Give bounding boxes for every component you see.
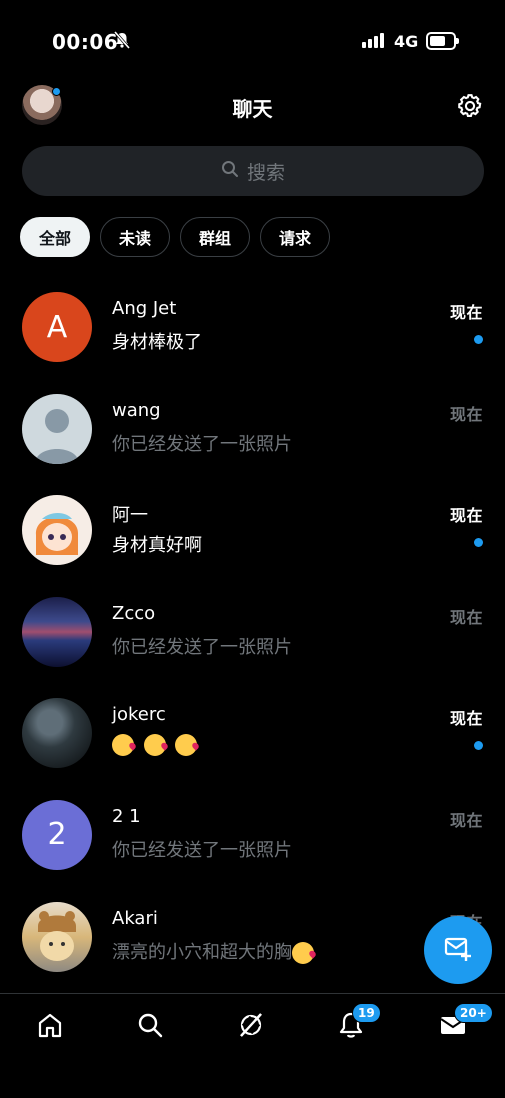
conversation-preview: 身材真好啊	[112, 535, 202, 557]
settings-gear-icon[interactable]	[456, 92, 484, 124]
conversation-preview: 你已经发送了一张照片	[112, 433, 292, 455]
notifications-badge: 19	[352, 1003, 381, 1023]
signal-icon	[362, 33, 384, 48]
filter-groups[interactable]: 群组	[180, 217, 251, 257]
conversation-name: Zcco	[112, 602, 156, 624]
conversation-item[interactable]: jokerc 现在	[0, 686, 505, 788]
compose-message-icon	[443, 933, 473, 967]
unread-indicator	[474, 741, 483, 751]
conversation-time: 现在	[449, 404, 483, 424]
filter-tabs: 全部 未读 群组 请求	[20, 217, 331, 257]
nav-notifications[interactable]: 19	[336, 1003, 381, 1042]
preview-text: 漂亮的小穴和超大的胸	[112, 941, 292, 963]
filter-requests[interactable]: 请求	[260, 217, 331, 257]
status-time: 00:06	[52, 30, 119, 54]
conversation-item[interactable]: 2 2 1 你已经发送了一张照片 现在	[0, 788, 505, 890]
conversation-item[interactable]: 阿一 身材真好啊 现在	[0, 483, 505, 585]
smiling-face-with-hearts-emoji	[292, 941, 314, 964]
conversation-time: 现在	[449, 810, 483, 830]
unread-indicator	[474, 335, 483, 344]
conversation-item[interactable]: A Ang Jet 身材棒极了 现在	[0, 280, 505, 382]
search-icon	[136, 1011, 164, 1043]
conversation-preview: 漂亮的小穴和超大的胸	[112, 938, 318, 964]
conversation-name: Ang Jet	[112, 298, 177, 319]
conversation-preview	[112, 734, 201, 757]
filter-unread[interactable]: 未读	[100, 217, 171, 257]
conversation-name: 2 1	[112, 805, 141, 827]
new-message-button[interactable]	[424, 916, 492, 984]
avatar	[22, 495, 92, 566]
search-icon	[221, 160, 239, 182]
network-type: 4G	[394, 32, 419, 51]
conversation-time: 现在	[449, 607, 483, 627]
nav-home[interactable]	[35, 1012, 65, 1042]
nav-explore[interactable]	[135, 1012, 165, 1042]
avatar	[22, 698, 92, 769]
kissing-face-emoji	[112, 734, 134, 757]
nav-messages[interactable]: 20+	[438, 1003, 493, 1042]
conversation-time: 现在	[449, 709, 483, 729]
messages-badge: 20+	[454, 1003, 493, 1023]
filter-all[interactable]: 全部	[20, 217, 91, 257]
battery-icon	[426, 32, 459, 50]
header: 聊天	[0, 80, 505, 135]
conversation-preview: 你已经发送了一张照片	[112, 839, 292, 861]
nav-grok[interactable]	[236, 1012, 266, 1042]
search-placeholder: 搜索	[246, 161, 285, 184]
avatar: 2	[22, 799, 92, 870]
silent-mode-icon	[113, 31, 131, 53]
home-icon	[36, 1011, 64, 1043]
status-bar: 00:06 4G	[0, 0, 505, 80]
avatar: A	[22, 292, 92, 362]
conversation-name: wang	[112, 399, 161, 421]
conversation-item[interactable]: Zcco 你已经发送了一张照片 现在	[0, 585, 505, 687]
conversation-preview: 身材棒极了	[112, 332, 202, 353]
default-avatar	[22, 393, 92, 464]
conversation-name: 阿一	[112, 505, 148, 527]
kissing-face-emoji	[143, 734, 166, 757]
conversation-preview: 你已经发送了一张照片	[112, 636, 292, 658]
conversation-time: 现在	[449, 303, 483, 322]
avatar	[22, 596, 92, 667]
avatar	[22, 901, 92, 972]
search-input[interactable]: 搜索	[22, 146, 484, 196]
conversation-name: Akari	[112, 907, 158, 929]
unread-indicator	[474, 538, 483, 548]
kissing-face-emoji	[175, 734, 198, 757]
bottom-navigation: 19 20+	[0, 993, 505, 1098]
page-title: 聊天	[232, 97, 273, 121]
conversation-time: 现在	[449, 506, 483, 526]
grok-icon	[237, 1011, 265, 1043]
conversation-item[interactable]: wang 你已经发送了一张照片 现在	[0, 382, 505, 484]
conversation-name: jokerc	[112, 704, 166, 726]
conversation-list: A Ang Jet 身材棒极了 现在 wang 你已经发送了一张照片 现在 阿一…	[0, 280, 505, 991]
